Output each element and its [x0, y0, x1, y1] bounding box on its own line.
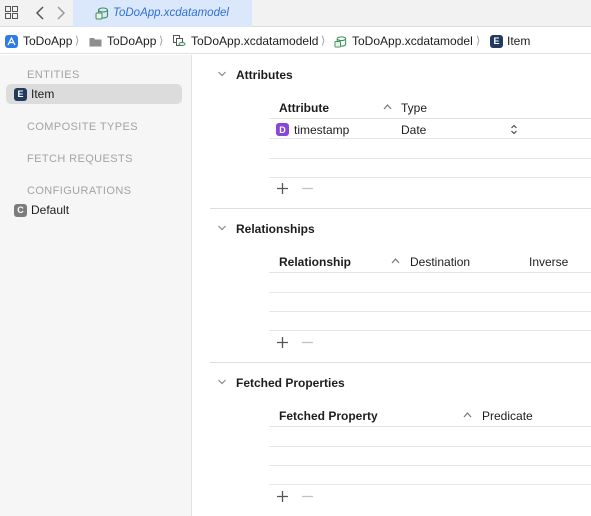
tab-todoapp-xcdatamodel[interactable]: ToDoApp.xcdatamodel: [73, 0, 252, 27]
folder-icon: [89, 37, 102, 46]
configuration-icon: C: [14, 203, 27, 217]
date-type-icon: D: [276, 123, 289, 136]
table-row-empty: [269, 312, 591, 331]
entity-icon: E: [14, 87, 27, 101]
column-header-destination[interactable]: Destination: [410, 255, 470, 269]
add-attribute-button[interactable]: [276, 182, 289, 195]
sidebar: ENTITIES E Item COMPOSITE TYPES FETCH RE…: [0, 55, 192, 516]
table-header: Fetched Property Predicate: [269, 403, 591, 427]
column-header-type[interactable]: Type: [401, 101, 427, 115]
table-row-empty: [269, 466, 591, 485]
relationships-section-title: Relationships: [236, 222, 315, 236]
breadcrumb-label: ToDoApp.xcdatamodel: [352, 34, 473, 48]
configurations-header: CONFIGURATIONS: [27, 185, 132, 197]
column-header-relationship[interactable]: Relationship: [279, 255, 351, 269]
sort-ascending-icon[interactable]: [463, 411, 472, 419]
chevron-right-icon[interactable]: [54, 4, 68, 22]
fetched-properties-section-title: Fetched Properties: [236, 376, 345, 390]
attribute-type-select[interactable]: Date: [401, 123, 426, 137]
breadcrumb-label: ToDoApp: [23, 34, 73, 48]
entity-icon: E: [490, 34, 503, 48]
breadcrumb: ToDoApp ⟩ ToDoApp ⟩ ToDoApp.xcdatamodeld…: [0, 28, 591, 54]
attribute-name[interactable]: timestamp: [294, 123, 349, 137]
breadcrumb-separator: ⟩: [159, 35, 164, 47]
breadcrumb-item-folder[interactable]: ToDoApp: [89, 34, 156, 48]
table-header: Relationship Destination Inverse: [269, 249, 591, 273]
chevron-down-icon[interactable]: [217, 223, 227, 233]
grid-icon[interactable]: [5, 6, 18, 19]
sidebar-item-entity-item[interactable]: E Item: [14, 86, 54, 102]
chevron-left-icon[interactable]: [33, 4, 47, 22]
remove-relationship-button[interactable]: [301, 336, 314, 349]
section-divider: [210, 208, 591, 209]
column-header-fetched-property[interactable]: Fetched Property: [279, 409, 378, 423]
tab-label: ToDoApp.xcdatamodel: [113, 7, 229, 19]
composite-types-header: COMPOSITE TYPES: [27, 121, 138, 133]
sidebar-item-label: Item: [31, 87, 55, 101]
breadcrumb-label: Item: [507, 34, 531, 48]
breadcrumb-separator: ⟩: [75, 35, 80, 47]
fetched-properties-table: Fetched Property Predicate: [269, 403, 591, 493]
sort-ascending-icon[interactable]: [391, 257, 400, 265]
breadcrumb-item-entity[interactable]: E Item: [490, 34, 530, 48]
breadcrumb-item-datamodeld[interactable]: ToDoApp.xcdatamodeld: [173, 34, 318, 48]
table-row-empty: [269, 274, 591, 293]
table-row-empty: [269, 428, 591, 447]
section-divider: [210, 362, 591, 363]
breadcrumb-label: ToDoApp: [107, 34, 157, 48]
datamodel-icon: [334, 35, 347, 48]
chevron-down-icon[interactable]: [217, 69, 227, 79]
breadcrumb-item-project[interactable]: ToDoApp: [5, 34, 72, 48]
tab-bar: ToDoApp.xcdatamodel: [0, 0, 591, 27]
column-header-attribute[interactable]: Attribute: [279, 101, 329, 115]
column-header-inverse[interactable]: Inverse: [529, 255, 568, 269]
sidebar-item-configuration-default[interactable]: C Default: [14, 202, 69, 218]
table-row[interactable]: D timestamp Date: [269, 120, 591, 139]
table-row-empty: [269, 159, 591, 178]
fetch-requests-header: FETCH REQUESTS: [27, 153, 133, 165]
table-header: Attribute Type: [269, 95, 591, 119]
breadcrumb-separator: ⟩: [476, 35, 481, 47]
entities-header: ENTITIES: [27, 69, 80, 81]
table-row-empty: [269, 447, 591, 466]
remove-fetched-property-button[interactable]: [301, 490, 314, 503]
breadcrumb-label: ToDoApp.xcdatamodeld: [191, 34, 319, 48]
sidebar-item-label: Default: [31, 203, 70, 217]
datamodel-bundle-icon: [173, 34, 186, 46]
table-row-empty: [269, 293, 591, 312]
table-row-empty: [269, 140, 591, 159]
attributes-section-title: Attributes: [236, 68, 293, 82]
app-project-icon: [5, 34, 18, 48]
chevron-down-icon[interactable]: [217, 377, 227, 387]
popup-arrows-icon[interactable]: [510, 124, 518, 135]
column-header-predicate[interactable]: Predicate: [482, 409, 533, 423]
add-relationship-button[interactable]: [276, 336, 289, 349]
breadcrumb-item-datamodel[interactable]: ToDoApp.xcdatamodel: [334, 34, 473, 48]
sort-ascending-icon[interactable]: [383, 103, 392, 111]
add-fetched-property-button[interactable]: [276, 490, 289, 503]
relationships-table: Relationship Destination Inverse: [269, 249, 591, 339]
remove-attribute-button[interactable]: [301, 182, 314, 195]
breadcrumb-separator: ⟩: [321, 35, 326, 47]
datamodel-icon: [95, 7, 109, 20]
attributes-table: Attribute Type D timestamp Date: [269, 95, 591, 195]
